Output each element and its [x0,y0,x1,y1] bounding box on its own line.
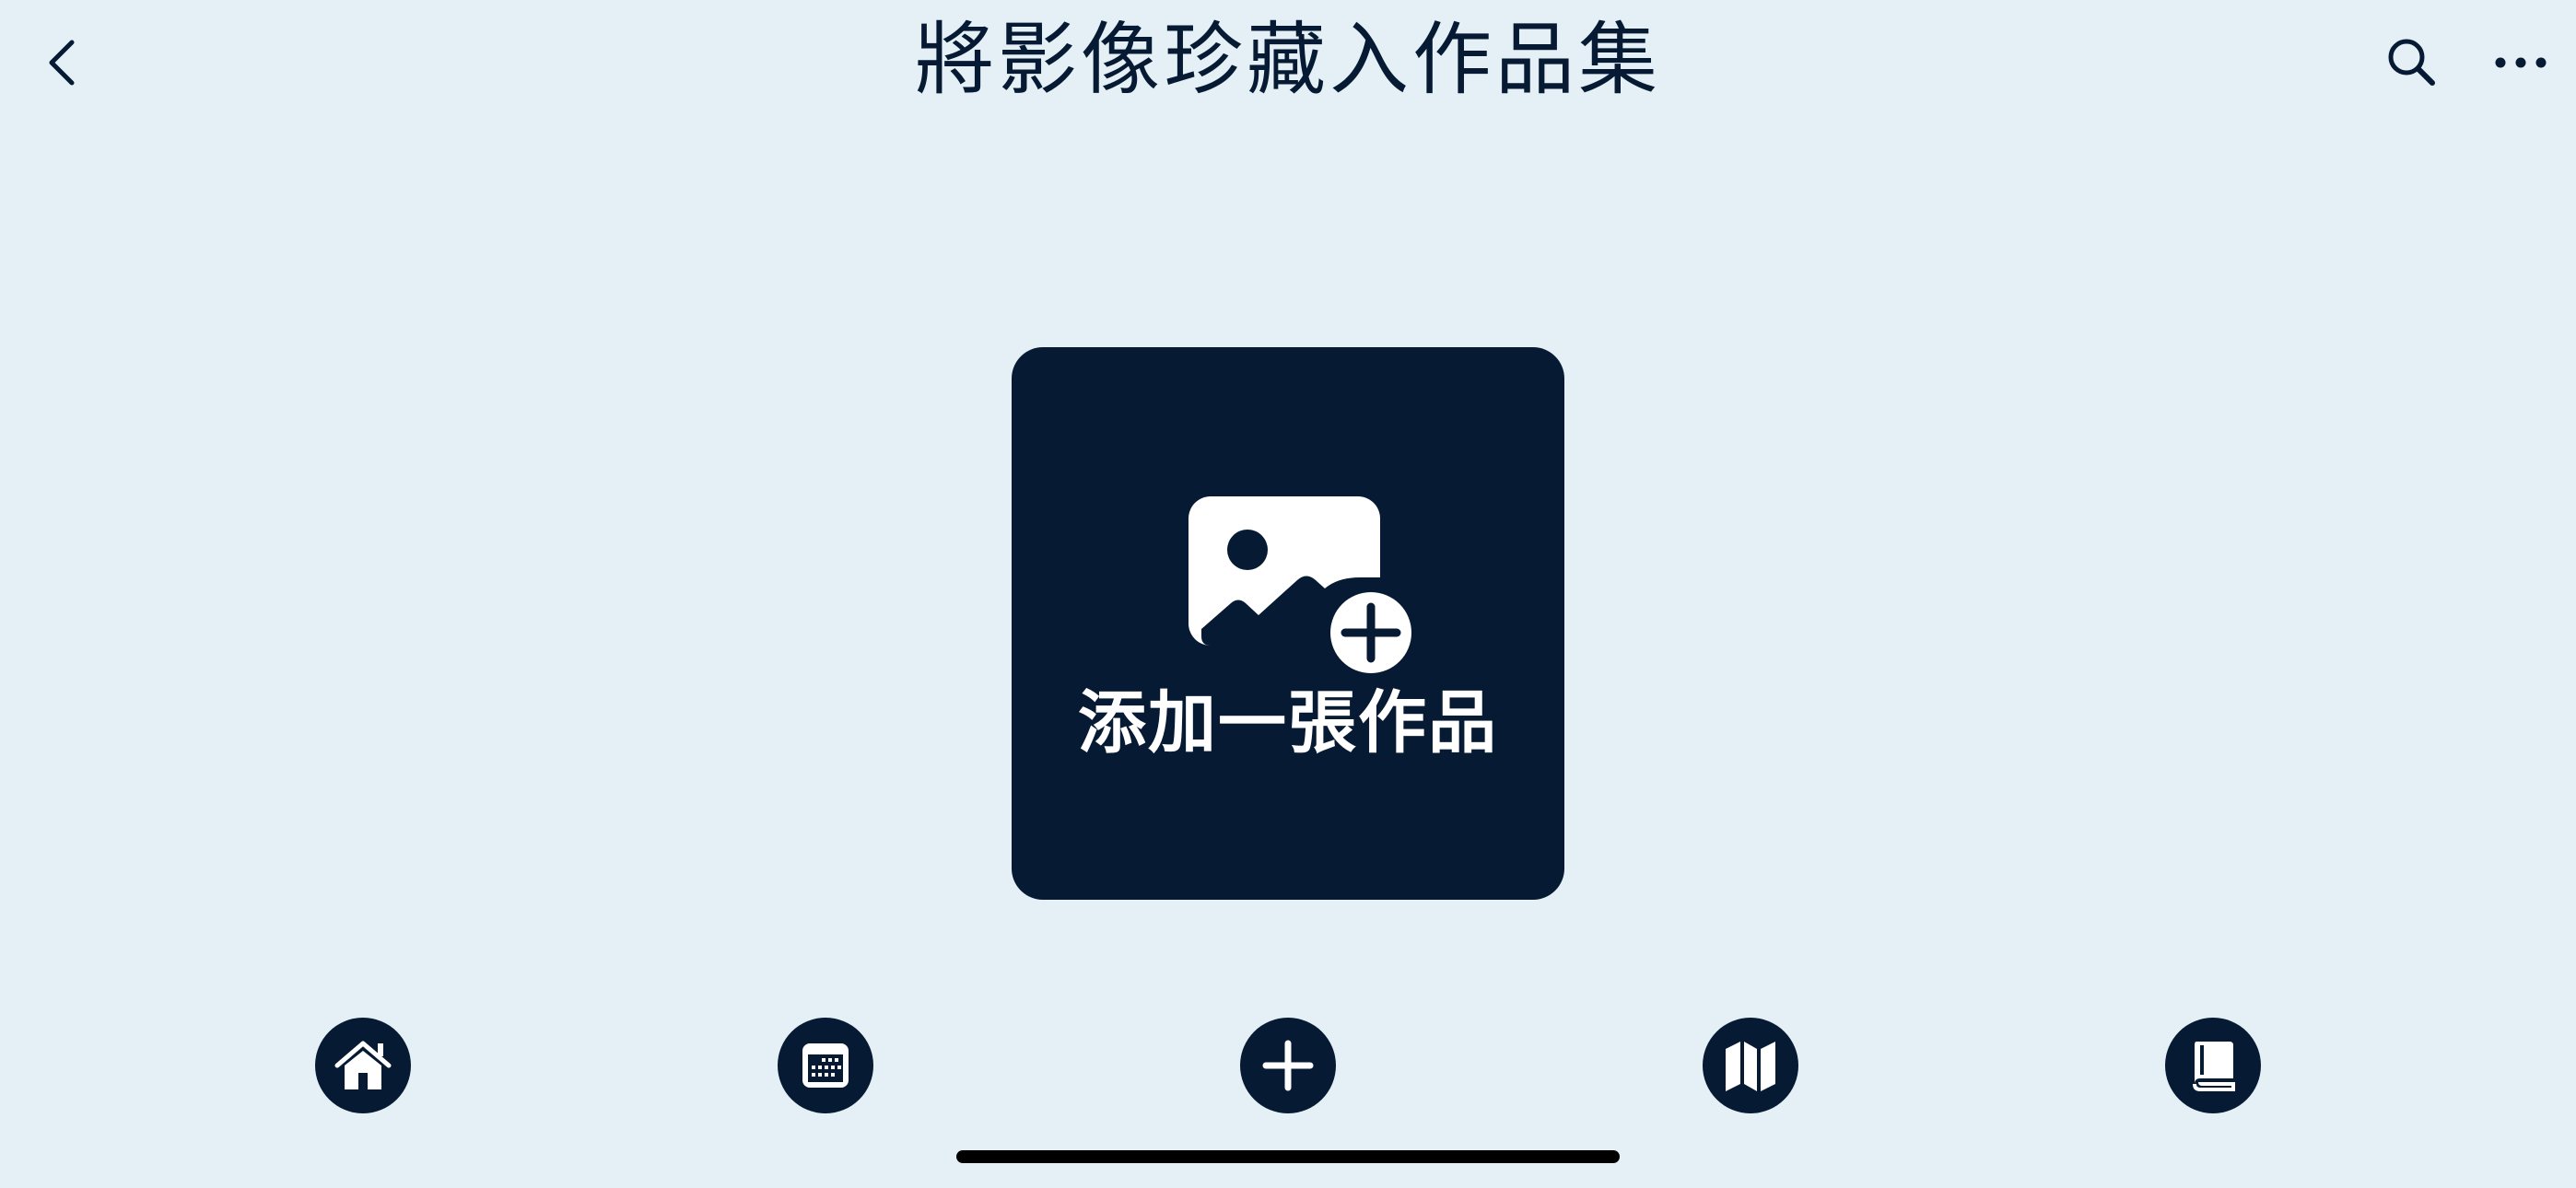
add-artwork-label: 添加一張作品 [1078,683,1498,763]
navigation-bar: 將影像珍藏入作品集 [0,0,2576,129]
search-button[interactable] [2375,26,2449,99]
tab-home[interactable] [315,1018,411,1113]
search-icon [2388,39,2435,86]
tab-map[interactable] [1703,1018,1798,1113]
photo-add-icon [1188,496,1419,679]
page-title: 將影像珍藏入作品集 [915,14,1661,106]
tab-calendar[interactable] [778,1018,873,1113]
ellipsis-icon [2495,57,2547,68]
calendar-icon [802,1043,849,1088]
tab-book[interactable] [2165,1018,2261,1113]
plus-icon [1262,1040,1314,1091]
home-indicator[interactable] [956,1150,1620,1163]
tab-bar [0,1018,2576,1119]
tab-add[interactable] [1240,1018,1336,1113]
book-icon [2193,1042,2235,1091]
add-artwork-button[interactable]: 添加一張作品 [1012,347,1564,900]
map-icon [1726,1042,1775,1091]
home-icon [334,1041,392,1089]
more-button[interactable] [2480,26,2561,99]
